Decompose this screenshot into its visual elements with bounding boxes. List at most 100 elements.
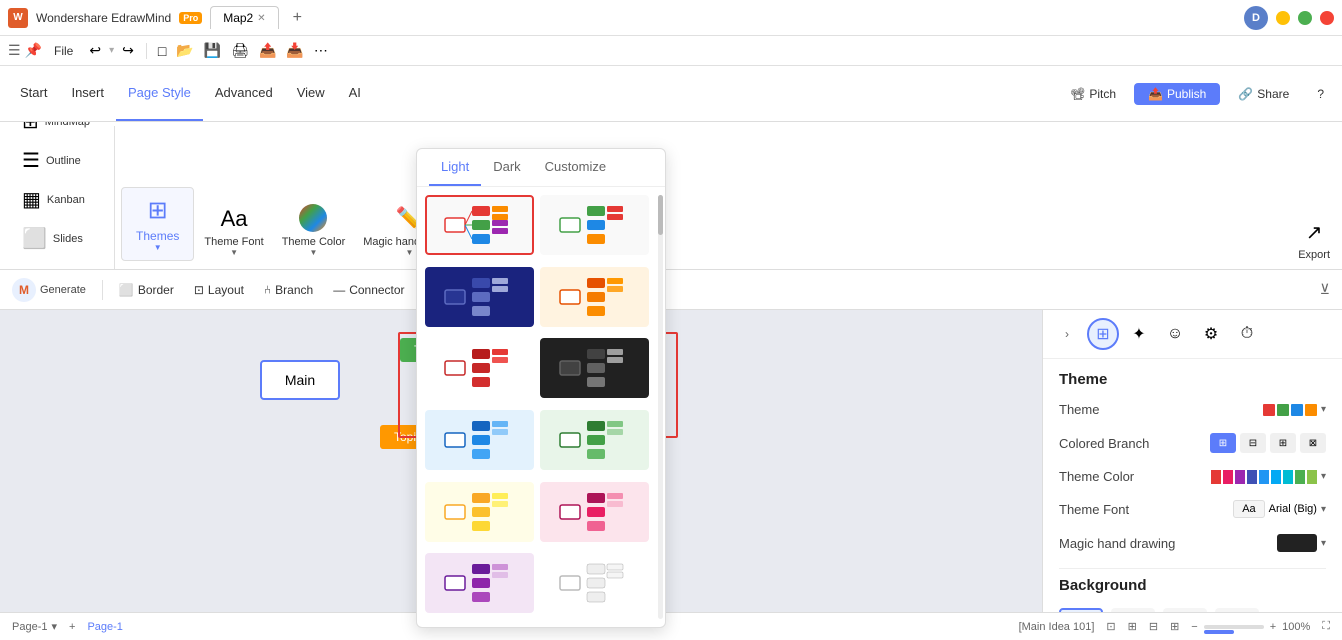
theme-font-value: Aa — [1233, 500, 1264, 518]
theme-item-5[interactable] — [425, 338, 534, 398]
zoom-slider-track[interactable] — [1204, 625, 1264, 629]
themes-tool[interactable]: ⊞ Themes ▼ — [121, 187, 194, 261]
export-icon[interactable]: 📤 — [259, 42, 276, 59]
gear-sidebar-icon[interactable]: ⚙ — [1195, 318, 1227, 350]
print-icon[interactable]: 🖨 — [231, 42, 249, 59]
minimize-button[interactable] — [1276, 11, 1290, 25]
user-avatar[interactable]: D — [1244, 6, 1268, 30]
maximize-button[interactable] — [1298, 11, 1312, 25]
theme-font-tool[interactable]: Aa Theme Font ▼ — [196, 202, 271, 261]
zoom-out-btn[interactable]: − — [1191, 621, 1197, 633]
page-selector[interactable]: Page-1 ▾ — [12, 620, 57, 633]
new-doc-icon[interactable]: □ — [158, 43, 166, 59]
emoji-sidebar-icon[interactable]: ☺ — [1159, 318, 1191, 350]
tab-view[interactable]: View — [285, 66, 337, 121]
tab-page-style[interactable]: Page Style — [116, 66, 203, 121]
bg-opt-none[interactable]: None — [1059, 608, 1103, 612]
file-menu[interactable]: File — [46, 40, 81, 62]
theme-item-2[interactable] — [540, 195, 649, 255]
theme-color-tool[interactable]: Theme Color ▼ — [274, 200, 354, 261]
bg-opt-image[interactable]: Image — [1215, 608, 1259, 612]
timer-sidebar-icon[interactable]: ⏱ — [1231, 318, 1263, 350]
grid-icon[interactable]: ⊞ — [1170, 620, 1179, 633]
undo-btn[interactable]: ↩ — [89, 42, 101, 59]
align-icon[interactable]: ⊞ — [1128, 620, 1137, 633]
pin-icon[interactable]: 📌 — [25, 42, 42, 59]
themes-tab-bar: Light Dark Customize — [417, 149, 665, 187]
zoom-in-btn[interactable]: + — [1270, 621, 1276, 633]
edraw-logo-btn[interactable]: M — [12, 278, 36, 302]
slides-tool[interactable]: ⬜ Slides — [12, 220, 100, 257]
border-btn[interactable]: ⬜ Border — [111, 279, 182, 301]
theme-item-7[interactable] — [425, 410, 534, 470]
sidebar-toggle-icon[interactable]: ☰ — [8, 42, 21, 59]
add-page-btn[interactable]: + — [69, 621, 75, 633]
theme-item-6[interactable] — [540, 338, 649, 398]
main-node[interactable]: Main — [260, 360, 340, 400]
outline-tool[interactable]: ☰ Outline — [12, 142, 100, 179]
branch-opt-4[interactable]: ⊠ — [1300, 433, 1326, 453]
fullscreen-btn[interactable]: ⛶ — [1322, 620, 1330, 633]
bg-opt-color[interactable]: Color — [1111, 608, 1155, 612]
bg-opt-texture[interactable]: Texture — [1163, 608, 1207, 612]
magic-hand-value[interactable]: ▾ — [1277, 534, 1326, 552]
theme-item-1[interactable] — [425, 195, 534, 255]
save-icon[interactable]: 💾 — [204, 42, 221, 59]
theme-color-strip-value[interactable]: ▾ — [1211, 470, 1326, 484]
fit-icon[interactable]: ⊡ — [1106, 620, 1115, 633]
branch-btn[interactable]: ⑃ Branch — [256, 279, 321, 301]
theme-item-8[interactable] — [540, 410, 649, 470]
collapse-toolbar-icon[interactable]: ⊻ — [1320, 281, 1330, 298]
share-button[interactable]: 🔗 Share — [1228, 83, 1299, 105]
publish-icon: 📤 — [1148, 87, 1163, 101]
redo-btn[interactable]: ↪ — [122, 42, 134, 59]
zoom-level-text: 100% — [1282, 621, 1310, 633]
theme-color-row: Theme Color ▾ — [1059, 469, 1326, 484]
themes-tab-dark[interactable]: Dark — [481, 149, 532, 186]
magic-hand-row: Magic hand drawing ▾ — [1059, 534, 1326, 552]
branch-opt-2[interactable]: ⊟ — [1240, 433, 1266, 453]
close-button[interactable] — [1320, 11, 1334, 25]
tab-insert[interactable]: Insert — [59, 66, 116, 121]
more-history-icon[interactable]: ⋯ — [314, 42, 328, 59]
bg-color-icon — [1111, 608, 1155, 612]
kanban-tool[interactable]: ▦ Kanban — [12, 181, 100, 218]
layout-icon-status[interactable]: ⊟ — [1149, 620, 1158, 633]
connector-btn[interactable]: — Connector — [325, 279, 412, 301]
new-tab-button[interactable]: + — [287, 7, 308, 29]
page-style-toolbar: ⊞ MindMap ☰ Outline ▦ Kanban ⬜ Slides ⊞ … — [0, 122, 1342, 270]
theme-item-11[interactable] — [425, 553, 534, 613]
sidebar-collapse-btn[interactable]: › — [1051, 318, 1083, 350]
theme-font-value-container[interactable]: Aa Arial (Big) ▾ — [1233, 500, 1326, 518]
theme-prop-value[interactable]: ▾ — [1263, 404, 1326, 416]
tab-advanced[interactable]: Advanced — [203, 66, 285, 121]
map-tab[interactable]: Map2 ✕ — [210, 6, 278, 29]
mindmap-sidebar-icon[interactable]: ⊞ — [1087, 318, 1119, 350]
help-button[interactable]: ? — [1307, 83, 1334, 105]
current-page-tab[interactable]: Page-1 — [87, 621, 122, 633]
theme-item-4[interactable] — [540, 267, 649, 327]
export-tool[interactable]: ↗ Export — [1298, 220, 1330, 269]
themes-tab-light[interactable]: Light — [429, 149, 481, 186]
branch-opt-3[interactable]: ⊞ — [1270, 433, 1296, 453]
scrollbar-thumb[interactable] — [658, 195, 663, 235]
theme-preview-3 — [440, 272, 520, 322]
undo-arrow[interactable]: ▾ — [109, 45, 114, 56]
theme-preview-12 — [555, 558, 635, 608]
layout-btn[interactable]: ⊡ Layout — [186, 279, 252, 301]
theme-item-3[interactable] — [425, 267, 534, 327]
tab-ai[interactable]: AI — [337, 66, 373, 121]
sparkle-sidebar-icon[interactable]: ✦ — [1123, 318, 1155, 350]
branch-opt-1[interactable]: ⊞ — [1210, 433, 1236, 453]
import-icon[interactable]: 📥 — [286, 42, 303, 59]
theme-item-12[interactable] — [540, 553, 649, 613]
divider — [1059, 568, 1326, 569]
publish-button[interactable]: 📤 Publish — [1134, 83, 1220, 105]
tab-start[interactable]: Start — [8, 66, 59, 121]
theme-item-10[interactable] — [540, 482, 649, 542]
themes-tab-customize[interactable]: Customize — [533, 149, 618, 186]
theme-item-9[interactable] — [425, 482, 534, 542]
tab-close-btn[interactable]: ✕ — [257, 13, 265, 24]
open-icon[interactable]: 📂 — [176, 42, 193, 59]
pitch-button[interactable]: 📽 Pitch — [1060, 83, 1126, 105]
